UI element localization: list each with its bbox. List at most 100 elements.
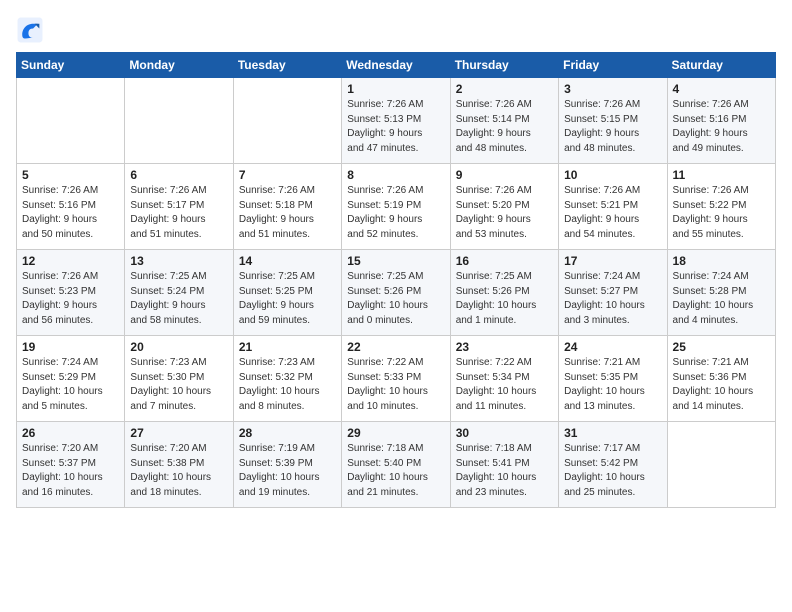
day-info: Sunrise: 7:25 AM Sunset: 5:26 PM Dayligh…: [347, 270, 444, 328]
calendar-cell: 1Sunrise: 7:26 AM Sunset: 5:13 PM Daylig…: [342, 78, 450, 164]
day-info: Sunrise: 7:25 AM Sunset: 5:26 PM Dayligh…: [456, 270, 553, 328]
calendar-cell: 10 Sunrise: 7:26 AM Sunset: 5:21 PM Dayli…: [559, 164, 667, 250]
day-info: Sunrise: 7:18 AM Sunset: 5:41 PM Dayligh…: [456, 442, 553, 500]
day-info: Sunrise: 7:26 AM Sunset: 5:23 PM Dayligh…: [22, 270, 119, 328]
calendar-cell: [17, 78, 125, 164]
calendar-cell: 31 Sunrise: 7:17 AM Sunset: 5:42 PM Dayli…: [559, 422, 667, 508]
day-info: Sunrise: 7:26 AM Sunset: 5:17 PM Dayligh…: [130, 184, 227, 242]
day-number: 30: [456, 426, 553, 440]
day-info: Sunrise: 7:26 AM Sunset: 5:21 PM Dayligh…: [564, 184, 661, 242]
calendar-table: SundayMondayTuesdayWednesdayThursdayFrid…: [16, 52, 776, 508]
day-info: Sunrise: 7:22 AM Sunset: 5:34 PM Dayligh…: [456, 356, 553, 414]
calendar-cell: 4 Sunrise: 7:26 AM Sunset: 5:16 PM Daylig…: [667, 78, 775, 164]
day-number: 4: [673, 82, 770, 96]
day-info: Sunrise: 7:17 AM Sunset: 5:42 PM Dayligh…: [564, 442, 661, 500]
calendar-cell: 11 Sunrise: 7:26 AM Sunset: 5:22 PM Dayli…: [667, 164, 775, 250]
day-number: 20: [130, 340, 227, 354]
day-number: 18: [673, 254, 770, 268]
day-number: 27: [130, 426, 227, 440]
day-number: 7: [239, 168, 336, 182]
day-number: 21: [239, 340, 336, 354]
day-info: Sunrise: 7:26 AM Sunset: 5:16 PM Dayligh…: [22, 184, 119, 242]
day-number: 9: [456, 168, 553, 182]
day-number: 17: [564, 254, 661, 268]
weekday-header-thursday: Thursday: [450, 53, 558, 78]
calendar-cell: 18 Sunrise: 7:24 AM Sunset: 5:28 PM Dayli…: [667, 250, 775, 336]
logo-icon: [16, 16, 44, 44]
day-number: 24: [564, 340, 661, 354]
calendar-cell: 8Sunrise: 7:26 AM Sunset: 5:19 PM Daylig…: [342, 164, 450, 250]
calendar-cell: 29 Sunrise: 7:18 AM Sunset: 5:40 PM Dayli…: [342, 422, 450, 508]
calendar-week-5: 26 Sunrise: 7:20 AM Sunset: 5:37 PM Dayli…: [17, 422, 776, 508]
day-info: Sunrise: 7:26 AM Sunset: 5:18 PM Dayligh…: [239, 184, 336, 242]
calendar-week-1: 1Sunrise: 7:26 AM Sunset: 5:13 PM Daylig…: [17, 78, 776, 164]
day-number: 14: [239, 254, 336, 268]
calendar-cell: 24 Sunrise: 7:21 AM Sunset: 5:35 PM Dayli…: [559, 336, 667, 422]
calendar-cell: 20Sunrise: 7:23 AM Sunset: 5:30 PM Dayli…: [125, 336, 233, 422]
day-number: 1: [347, 82, 444, 96]
calendar-cell: 25Sunrise: 7:21 AM Sunset: 5:36 PM Dayli…: [667, 336, 775, 422]
day-info: Sunrise: 7:24 AM Sunset: 5:29 PM Dayligh…: [22, 356, 119, 414]
calendar-cell: 7 Sunrise: 7:26 AM Sunset: 5:18 PM Daylig…: [233, 164, 341, 250]
day-number: 23: [456, 340, 553, 354]
calendar-cell: 5 Sunrise: 7:26 AM Sunset: 5:16 PM Daylig…: [17, 164, 125, 250]
calendar-cell: 19 Sunrise: 7:24 AM Sunset: 5:29 PM Dayli…: [17, 336, 125, 422]
day-number: 11: [673, 168, 770, 182]
day-info: Sunrise: 7:24 AM Sunset: 5:27 PM Dayligh…: [564, 270, 661, 328]
day-info: Sunrise: 7:25 AM Sunset: 5:24 PM Dayligh…: [130, 270, 227, 328]
page-header: [16, 16, 776, 44]
day-number: 29: [347, 426, 444, 440]
logo: [16, 16, 48, 44]
weekday-header-row: SundayMondayTuesdayWednesdayThursdayFrid…: [17, 53, 776, 78]
calendar-cell: 16 Sunrise: 7:25 AM Sunset: 5:26 PM Dayli…: [450, 250, 558, 336]
day-info: Sunrise: 7:26 AM Sunset: 5:20 PM Dayligh…: [456, 184, 553, 242]
day-number: 25: [673, 340, 770, 354]
day-number: 13: [130, 254, 227, 268]
day-number: 5: [22, 168, 119, 182]
day-info: Sunrise: 7:26 AM Sunset: 5:22 PM Dayligh…: [673, 184, 770, 242]
day-number: 22: [347, 340, 444, 354]
day-info: Sunrise: 7:23 AM Sunset: 5:32 PM Dayligh…: [239, 356, 336, 414]
day-number: 19: [22, 340, 119, 354]
weekday-header-monday: Monday: [125, 53, 233, 78]
day-number: 10: [564, 168, 661, 182]
day-number: 15: [347, 254, 444, 268]
calendar-cell: 15 Sunrise: 7:25 AM Sunset: 5:26 PM Dayli…: [342, 250, 450, 336]
day-number: 26: [22, 426, 119, 440]
calendar-cell: 26 Sunrise: 7:20 AM Sunset: 5:37 PM Dayli…: [17, 422, 125, 508]
day-number: 3: [564, 82, 661, 96]
calendar-cell: 9 Sunrise: 7:26 AM Sunset: 5:20 PM Daylig…: [450, 164, 558, 250]
day-info: Sunrise: 7:26 AM Sunset: 5:16 PM Dayligh…: [673, 98, 770, 156]
day-number: 16: [456, 254, 553, 268]
day-number: 28: [239, 426, 336, 440]
calendar-cell: 22 Sunrise: 7:22 AM Sunset: 5:33 PM Dayli…: [342, 336, 450, 422]
day-info: Sunrise: 7:19 AM Sunset: 5:39 PM Dayligh…: [239, 442, 336, 500]
weekday-header-tuesday: Tuesday: [233, 53, 341, 78]
day-info: Sunrise: 7:26 AM Sunset: 5:19 PM Dayligh…: [347, 184, 444, 242]
calendar-cell: [233, 78, 341, 164]
day-info: Sunrise: 7:21 AM Sunset: 5:35 PM Dayligh…: [564, 356, 661, 414]
day-info: Sunrise: 7:22 AM Sunset: 5:33 PM Dayligh…: [347, 356, 444, 414]
calendar-cell: [667, 422, 775, 508]
calendar-cell: 12 Sunrise: 7:26 AM Sunset: 5:23 PM Dayli…: [17, 250, 125, 336]
calendar-cell: 28 Sunrise: 7:19 AM Sunset: 5:39 PM Dayli…: [233, 422, 341, 508]
day-info: Sunrise: 7:25 AM Sunset: 5:25 PM Dayligh…: [239, 270, 336, 328]
calendar-cell: 30 Sunrise: 7:18 AM Sunset: 5:41 PM Dayli…: [450, 422, 558, 508]
calendar-week-2: 5 Sunrise: 7:26 AM Sunset: 5:16 PM Daylig…: [17, 164, 776, 250]
calendar-cell: 17 Sunrise: 7:24 AM Sunset: 5:27 PM Dayli…: [559, 250, 667, 336]
day-info: Sunrise: 7:24 AM Sunset: 5:28 PM Dayligh…: [673, 270, 770, 328]
calendar-cell: 14 Sunrise: 7:25 AM Sunset: 5:25 PM Dayli…: [233, 250, 341, 336]
weekday-header-sunday: Sunday: [17, 53, 125, 78]
day-info: Sunrise: 7:20 AM Sunset: 5:37 PM Dayligh…: [22, 442, 119, 500]
day-number: 12: [22, 254, 119, 268]
day-info: Sunrise: 7:18 AM Sunset: 5:40 PM Dayligh…: [347, 442, 444, 500]
calendar-cell: 6Sunrise: 7:26 AM Sunset: 5:17 PM Daylig…: [125, 164, 233, 250]
day-info: Sunrise: 7:20 AM Sunset: 5:38 PM Dayligh…: [130, 442, 227, 500]
calendar-cell: [125, 78, 233, 164]
calendar-cell: 3Sunrise: 7:26 AM Sunset: 5:15 PM Daylig…: [559, 78, 667, 164]
calendar-cell: 27 Sunrise: 7:20 AM Sunset: 5:38 PM Dayli…: [125, 422, 233, 508]
calendar-week-3: 12 Sunrise: 7:26 AM Sunset: 5:23 PM Dayli…: [17, 250, 776, 336]
calendar-cell: 23 Sunrise: 7:22 AM Sunset: 5:34 PM Dayli…: [450, 336, 558, 422]
calendar-week-4: 19 Sunrise: 7:24 AM Sunset: 5:29 PM Dayli…: [17, 336, 776, 422]
day-number: 31: [564, 426, 661, 440]
